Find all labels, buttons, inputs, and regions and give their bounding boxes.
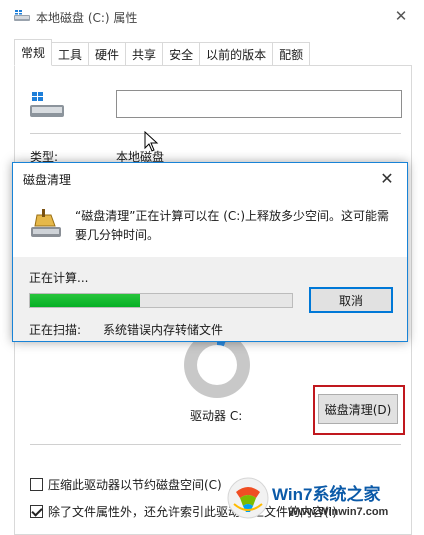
calculating-label: 正在计算... — [29, 271, 89, 285]
tab-general[interactable]: 常规 — [14, 39, 53, 66]
index-checkbox[interactable] — [30, 505, 43, 518]
cancel-button[interactable]: 取消 — [309, 287, 393, 313]
highlight-annotation — [313, 385, 405, 435]
compress-checkbox[interactable] — [30, 478, 43, 491]
tab-previous-versions[interactable]: 以前的版本 — [199, 42, 274, 66]
drive-label: 驱动器 C: — [190, 409, 243, 423]
divider — [30, 444, 401, 445]
dialog-titlebar: 磁盘清理 ✕ — [13, 163, 407, 193]
scanning-label: 正在扫描: — [29, 323, 82, 337]
window-close-button[interactable]: ✕ — [388, 4, 414, 28]
watermark-url: Www.Winwin7.com — [288, 506, 389, 518]
tab-strip: 常规 工具 硬件 共享 安全 以前的版本 配额 — [14, 39, 311, 66]
tab-tools[interactable]: 工具 — [51, 42, 90, 66]
drive-name-input[interactable] — [116, 90, 402, 118]
compress-option-label: 压缩此驱动器以节约磁盘空间(C) — [48, 478, 222, 492]
disk-cleanup-icon — [31, 209, 61, 237]
dialog-progress-area: 正在计算... 取消 正在扫描: 系统错误内存转储文件 — [13, 257, 407, 341]
dialog-close-button[interactable]: ✕ — [375, 166, 399, 190]
dialog-message-area: “磁盘清理”正在计算可以在 (C:)上释放多少空间。这可能需要几分钟时间。 — [13, 193, 407, 257]
watermark-logo-icon — [227, 477, 269, 519]
tab-security[interactable]: 安全 — [162, 42, 201, 66]
scanning-value: 系统错误内存转储文件 — [103, 323, 224, 337]
dialog-message: “磁盘清理”正在计算可以在 (C:)上释放多少空间。这可能需要几分钟时间。 — [75, 209, 390, 242]
progress-bar-fill — [30, 294, 141, 307]
disk-cleanup-dialog: 磁盘清理 ✕ “磁盘清理”正在计算可以在 (C:)上释放多少空间。这可能需要几分… — [12, 162, 408, 342]
tab-sharing[interactable]: 共享 — [125, 42, 164, 66]
mouse-cursor-icon — [144, 131, 159, 152]
drive-icon — [14, 10, 30, 21]
progress-bar — [29, 293, 293, 308]
watermark-brand: Win7系统之家 — [272, 485, 381, 504]
compress-option[interactable]: 压缩此驱动器以节约磁盘空间(C) — [30, 476, 222, 493]
divider — [30, 133, 401, 134]
dialog-title: 磁盘清理 — [23, 173, 72, 187]
tab-hardware[interactable]: 硬件 — [88, 42, 127, 66]
tab-quota[interactable]: 配额 — [272, 42, 311, 66]
drive-icon — [30, 92, 64, 117]
window-title: 本地磁盘 (C:) 属性 — [36, 11, 138, 25]
